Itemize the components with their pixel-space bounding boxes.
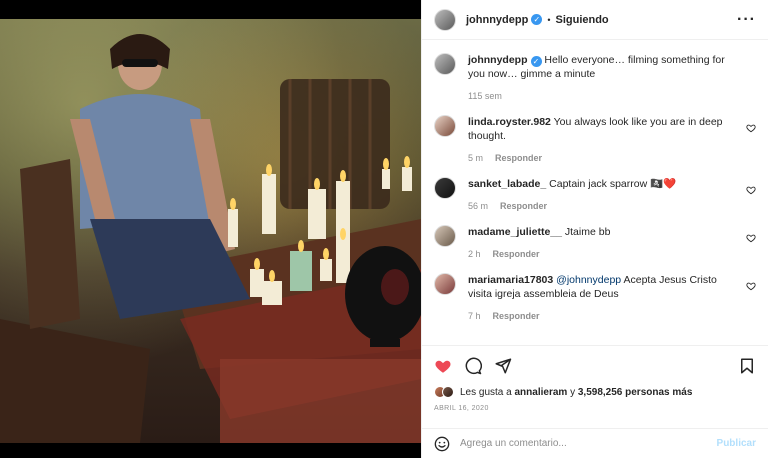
- publish-button[interactable]: Publicar: [717, 438, 756, 449]
- liker-username[interactable]: annalieram: [515, 387, 568, 398]
- commenter-username[interactable]: sanket_labade_: [468, 178, 546, 190]
- reply-button[interactable]: Responder: [500, 201, 547, 211]
- caption-author[interactable]: johnnydepp: [468, 54, 528, 66]
- comment-item: sanket_labade_ Captain jack sparrow 🏴‍☠️…: [434, 177, 756, 211]
- commenter-username[interactable]: mariamaria17803: [468, 274, 553, 286]
- bookmark-icon[interactable]: [738, 357, 756, 375]
- commenter-avatar[interactable]: [434, 115, 456, 137]
- post-date: ABRIL 16, 2020: [434, 405, 489, 412]
- instagram-post-modal: johnnydepp ✓ • Siguiendo ··· johnnydepp ✓…: [0, 0, 768, 458]
- commenter-avatar[interactable]: [434, 273, 456, 295]
- comment-time: 5 m: [468, 153, 484, 163]
- commenter-avatar[interactable]: [434, 225, 456, 247]
- comment-time: 7 h: [468, 311, 481, 321]
- commenter-username[interactable]: madame_juliette__: [468, 226, 562, 238]
- heart-outline-icon[interactable]: [746, 233, 756, 243]
- separator-dot: •: [547, 14, 551, 25]
- comment-time: 2 h: [468, 249, 481, 259]
- post-side-panel: johnnydepp ✓ • Siguiendo ··· johnnydepp ✓…: [421, 0, 768, 458]
- commenter-username[interactable]: linda.royster.982: [468, 116, 551, 128]
- heart-outline-icon[interactable]: [746, 123, 756, 133]
- comment-icon[interactable]: [464, 357, 482, 375]
- emoji-icon[interactable]: [434, 436, 450, 452]
- reply-button[interactable]: Responder: [493, 311, 540, 321]
- caption-author-avatar[interactable]: [434, 53, 456, 75]
- likes-conj: y: [570, 386, 576, 398]
- add-comment-bar: Publicar: [422, 428, 768, 458]
- likes-prefix: Les gusta a: [460, 386, 512, 398]
- media-top-bar: [0, 0, 421, 19]
- reply-button[interactable]: Responder: [495, 153, 542, 163]
- heart-outline-icon[interactable]: [746, 281, 756, 291]
- comment-item: madame_juliette__ Jtaime bb 2 h Responder: [434, 225, 756, 259]
- more-options-icon[interactable]: ···: [737, 11, 756, 29]
- author-username[interactable]: johnnydepp: [466, 14, 528, 26]
- heart-outline-icon[interactable]: [746, 185, 756, 195]
- comment-text: Jtaime bb: [564, 226, 611, 238]
- comment-text: Captain jack sparrow 🏴‍☠️❤️: [549, 178, 677, 190]
- post-header: johnnydepp ✓ • Siguiendo ···: [422, 0, 768, 40]
- post-media-panel: [0, 0, 421, 458]
- following-button[interactable]: Siguiendo: [555, 14, 608, 26]
- comment-input[interactable]: [460, 438, 717, 449]
- likes-count[interactable]: 3,598,256 personas más: [578, 387, 693, 398]
- liker-avatar: [442, 386, 454, 398]
- verified-badge-icon: ✓: [531, 14, 543, 25]
- verified-badge-icon: ✓: [530, 56, 542, 67]
- caption: johnnydepp ✓ Hello everyone… filming some…: [434, 53, 756, 101]
- share-icon[interactable]: [494, 357, 512, 375]
- comment-item: linda.royster.982 You always look like y…: [434, 115, 756, 163]
- mention-link[interactable]: @johnnydepp: [556, 274, 621, 286]
- post-photo[interactable]: [0, 19, 421, 443]
- media-bottom-bar: [0, 443, 421, 458]
- photo-illustration: [0, 34, 421, 443]
- comment-time: 56 m: [468, 201, 489, 211]
- likes-summary: Les gusta a annalieram y 3,598,256 perso…: [434, 386, 756, 398]
- heart-filled-icon[interactable]: [434, 357, 452, 375]
- reply-button[interactable]: Responder: [493, 249, 540, 259]
- author-avatar[interactable]: [434, 8, 456, 31]
- post-actions: Les gusta a annalieram y 3,598,256 perso…: [422, 345, 768, 412]
- comments-list: johnnydepp ✓ Hello everyone… filming some…: [422, 41, 768, 345]
- comment-item: mariamaria17803 @johnnydepp Acepta Jesus…: [434, 273, 756, 321]
- caption-time: 115 sem: [468, 91, 502, 101]
- commenter-avatar[interactable]: [434, 177, 456, 199]
